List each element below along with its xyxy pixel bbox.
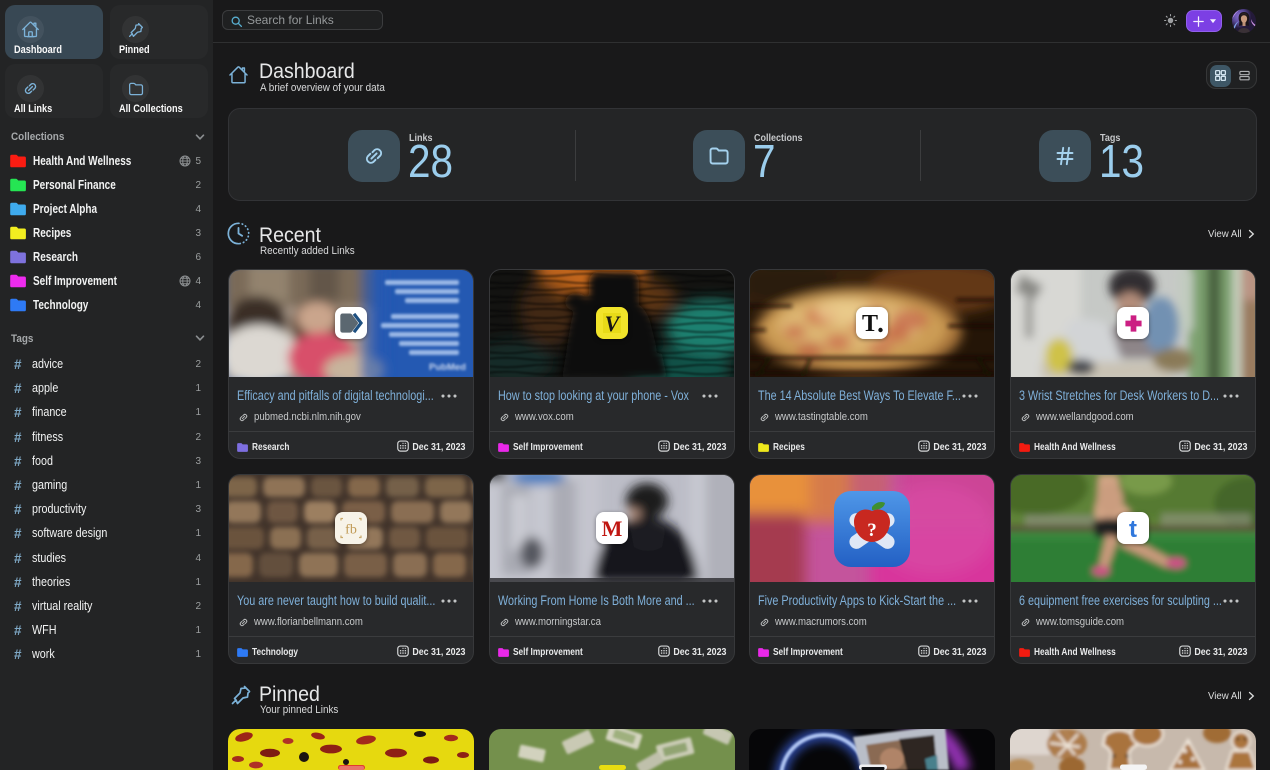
svg-text:T: T	[862, 311, 878, 337]
svg-text:M: M	[602, 516, 623, 541]
svg-text:t: t	[1129, 516, 1137, 543]
svg-text:V: V	[605, 311, 622, 336]
svg-text:?: ?	[867, 520, 877, 541]
svg-text:fb: fb	[345, 523, 357, 538]
svg-text:PubMed: PubMed	[429, 362, 466, 373]
